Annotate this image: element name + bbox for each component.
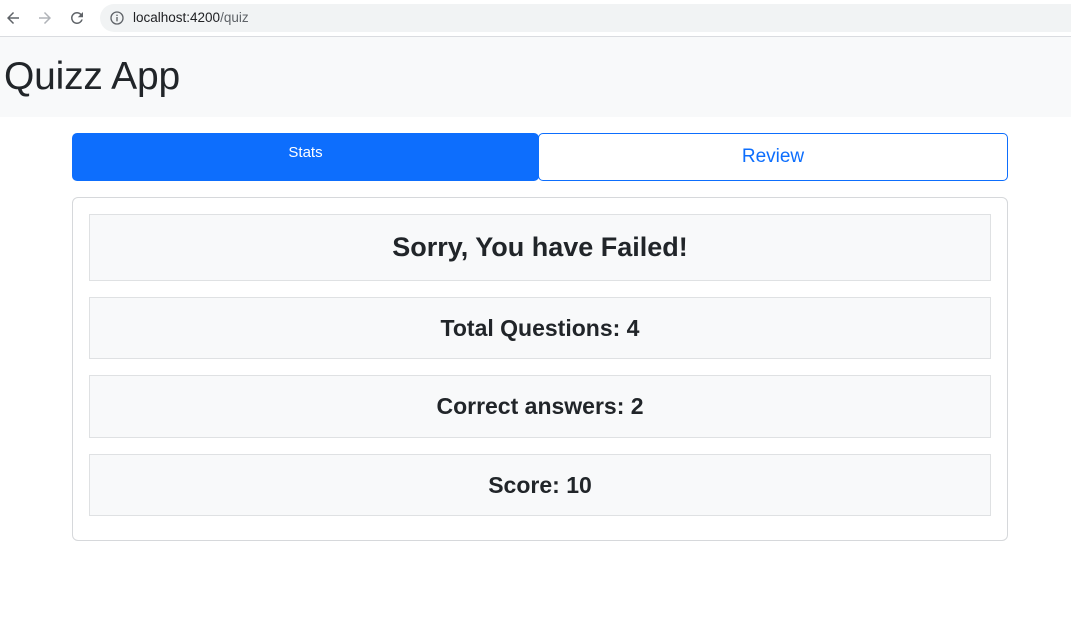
app-header: Quizz App (0, 37, 1071, 117)
back-button[interactable] (2, 7, 24, 29)
url-path: /quiz (220, 10, 249, 25)
app-title: Quizz App (4, 55, 180, 98)
arrow-right-icon (39, 12, 51, 24)
url-host: localhost:4200 (133, 10, 221, 25)
correct-answers: Correct answers: 2 (89, 375, 991, 438)
total-questions: Total Questions: 4 (89, 297, 991, 359)
stats-card: Sorry, You have Failed! Total Questions:… (72, 197, 1008, 541)
score: Score: 10 (89, 454, 991, 516)
tab-review[interactable]: Review (538, 133, 1008, 181)
address-bar[interactable]: localhost:4200/quiz (100, 4, 1071, 32)
reload-button[interactable] (66, 7, 88, 29)
result-message: Sorry, You have Failed! (89, 214, 991, 281)
url-text[interactable]: localhost:4200/quiz (133, 10, 249, 26)
browser-toolbar: localhost:4200/quiz (0, 0, 1071, 37)
forward-button[interactable] (34, 7, 56, 29)
arrow-left-icon (7, 12, 19, 24)
reload-icon (70, 11, 83, 24)
tab-stats[interactable]: Stats (72, 133, 539, 181)
info-icon[interactable] (109, 10, 125, 26)
